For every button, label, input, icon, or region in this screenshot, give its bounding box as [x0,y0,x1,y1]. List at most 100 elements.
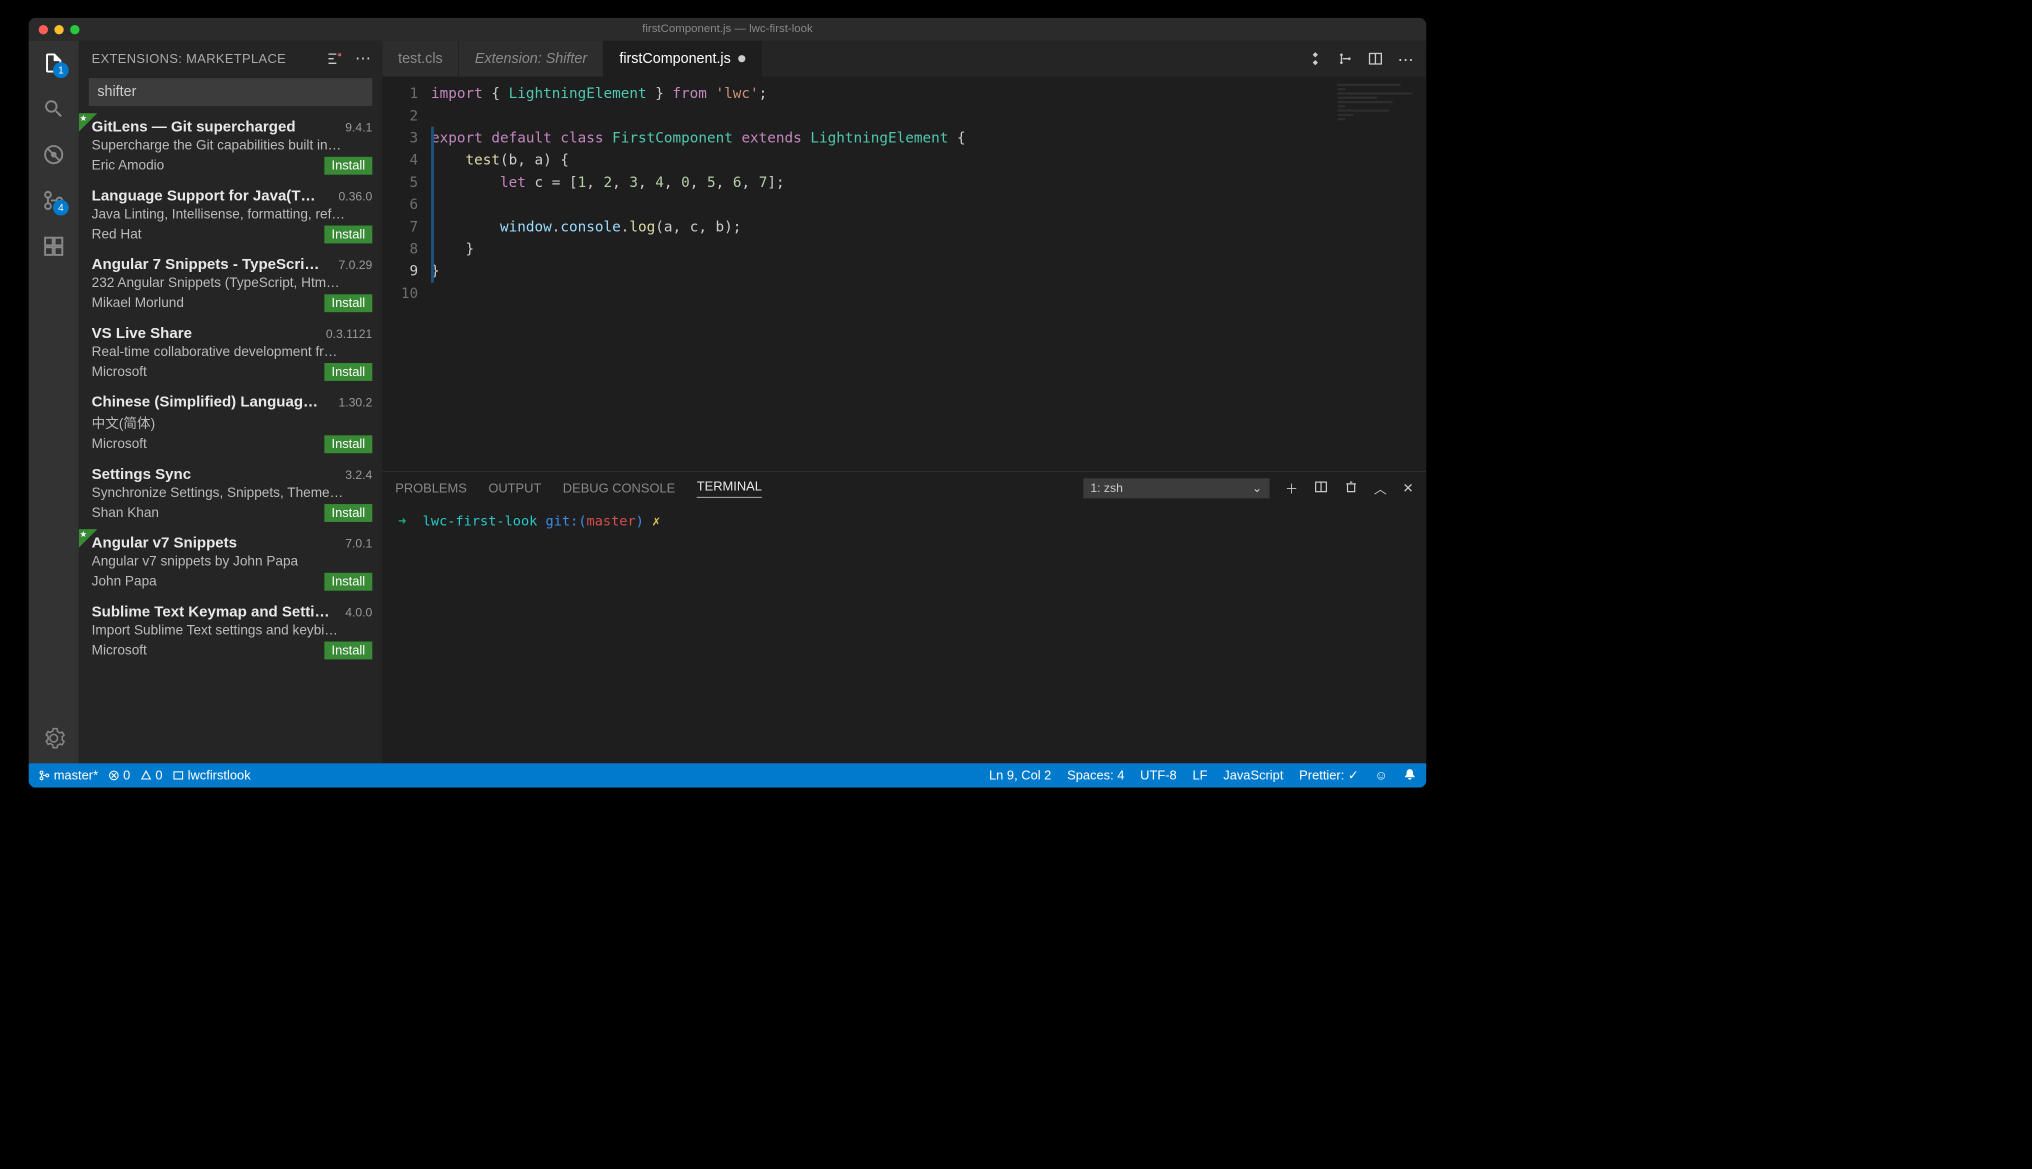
editor-tabs: test.cls Extension: Shifter firstComponent… [382,41,1426,77]
compare-icon[interactable] [1337,51,1353,67]
extension-item[interactable]: Angular 7 Snippets - TypeScri… 7.0.29 232 … [79,251,383,320]
status-eol[interactable]: LF [1192,768,1207,783]
activity-debug[interactable] [40,141,67,168]
panel-tab-terminal[interactable]: TERMINAL [697,479,762,498]
status-encoding[interactable]: UTF-8 [1140,768,1177,783]
extension-publisher: John Papa [92,574,157,590]
sidebar: EXTENSIONS: MARKETPLACE ⋯ GitLens — Git … [79,41,383,763]
maximize-panel-icon[interactable]: ︿ [1374,479,1387,498]
extension-item[interactable]: Angular v7 Snippets7.0.1Angular v7 snipp… [79,529,383,598]
split-editor-icon[interactable] [1368,51,1384,67]
editor-group: test.cls Extension: Shifter firstComponent… [382,41,1426,763]
extension-name: Angular v7 Snippets [92,535,237,552]
editor-tab[interactable]: test.cls [382,41,459,77]
status-language[interactable]: JavaScript [1223,768,1283,783]
extension-publisher: Eric Amodio [92,158,165,174]
status-errors[interactable]: 0 [108,768,130,783]
line-number: 9 [382,260,418,282]
panel-tab-debug-console[interactable]: DEBUG CONSOLE [563,481,675,496]
line-number: 6 [382,193,418,215]
line-number: 1 [382,82,418,104]
install-button[interactable]: Install [324,504,372,522]
panel-tab-output[interactable]: OUTPUT [488,481,541,496]
extension-publisher: Microsoft [92,436,147,452]
tab-label: firstComponent.js [619,50,730,66]
zoom-window-button[interactable] [70,25,79,34]
star-badge-icon [79,529,98,548]
bottom-panel: PROBLEMS OUTPUT DEBUG CONSOLE TERMINAL 1… [382,471,1426,763]
extension-description: Synchronize Settings, Snippets, Theme… [92,485,373,501]
extension-publisher: Shan Khan [92,505,159,521]
editor-tab[interactable]: Extension: Shifter [459,41,603,77]
extension-description: Java Linting, Intellisense, formatting, … [92,207,373,223]
extension-item[interactable]: GitLens — Git supercharged 9.4.1 Superchar… [79,113,383,182]
status-bell-icon[interactable] [1403,767,1416,783]
extension-item[interactable]: Sublime Text Keymap and Setti…4.0.0Impor… [79,598,383,667]
tab-label: Extension: Shifter [475,50,587,66]
new-terminal-icon[interactable]: ＋ [1285,479,1298,498]
install-button[interactable]: Install [324,226,372,244]
extension-version: 3.2.4 [345,468,372,482]
extension-search-input[interactable] [89,78,373,106]
install-button[interactable]: Install [324,363,372,381]
extension-description: Supercharge the Git capabilities built i… [92,138,373,154]
activity-search[interactable] [40,95,67,122]
extension-description: 232 Angular Snippets (TypeScript, Htm… [92,276,373,292]
extension-version: 0.36.0 [338,190,372,204]
activity-scm[interactable]: 4 [40,187,67,214]
status-branch[interactable]: master* [39,768,98,783]
explorer-badge: 1 [53,62,69,78]
terminal-selector[interactable]: 1: zsh⌄ [1083,478,1269,498]
activity-settings[interactable] [40,725,67,752]
activity-extensions[interactable] [40,233,67,260]
install-button[interactable]: Install [324,435,372,453]
extension-name: Angular 7 Snippets - TypeScri… [92,256,320,273]
install-button[interactable]: Install [324,294,372,312]
kill-terminal-icon[interactable] [1344,479,1358,497]
line-number: 2 [382,105,418,127]
extension-name: GitLens — Git supercharged [92,119,296,136]
minimap[interactable] [1337,84,1416,113]
extension-version: 0.3.1121 [326,327,372,341]
clear-filter-icon[interactable] [326,51,342,67]
status-bar: master* 0 0 lwcfirstlook Ln 9, Col 2 Spa… [29,763,1427,787]
extension-name: VS Live Share [92,325,192,342]
editor-tab[interactable]: firstComponent.js [604,41,762,77]
extension-item[interactable]: Language Support for Java(T… 0.36.0 Java L… [79,182,383,251]
close-window-button[interactable] [39,25,48,34]
extension-item[interactable]: Chinese (Simplified) Languag…1.30.2中文(简体… [79,388,383,460]
sidebar-title: EXTENSIONS: MARKETPLACE [92,51,327,66]
line-number: 4 [382,149,418,171]
more-icon[interactable]: ⋯ [355,51,371,67]
gitlens-icon[interactable] [1307,51,1323,67]
status-warnings[interactable]: 0 [140,768,162,783]
extension-version: 9.4.1 [345,121,372,135]
star-badge-icon [79,113,98,132]
line-number: 7 [382,216,418,238]
status-ln-col[interactable]: Ln 9, Col 2 [989,768,1051,783]
status-project[interactable]: lwcfirstlook [173,768,251,783]
split-terminal-icon[interactable] [1314,479,1328,497]
terminal-content[interactable]: ➜ lwc-first-look git:(master) ✗ [382,505,1426,763]
status-feedback-icon[interactable]: ☺ [1374,768,1387,783]
extension-name: Sublime Text Keymap and Setti… [92,604,330,621]
code-editor[interactable]: 12345678910 import { LightningElement } … [382,77,1426,472]
install-button[interactable]: Install [324,573,372,591]
line-number: 10 [382,282,418,304]
extension-item[interactable]: Settings Sync3.2.4Synchronize Settings, … [79,460,383,529]
activity-bar: 1 4 [29,41,79,763]
minimize-window-button[interactable] [54,25,63,34]
extension-name: Language Support for Java(T… [92,188,316,205]
status-spaces[interactable]: Spaces: 4 [1067,768,1124,783]
activity-explorer[interactable]: 1 [40,49,67,76]
install-button[interactable]: Install [324,642,372,660]
line-number: 8 [382,238,418,260]
extension-publisher: Red Hat [92,227,142,243]
extension-version: 7.0.29 [338,258,372,272]
close-panel-icon[interactable]: ✕ [1403,481,1414,496]
status-prettier[interactable]: Prettier: ✓ [1299,768,1359,783]
panel-tab-problems[interactable]: PROBLEMS [395,481,467,496]
more-actions-icon[interactable]: ⋯ [1398,51,1414,67]
install-button[interactable]: Install [324,157,372,175]
extension-item[interactable]: VS Live Share0.3.1121Real-time collabora… [79,319,383,388]
